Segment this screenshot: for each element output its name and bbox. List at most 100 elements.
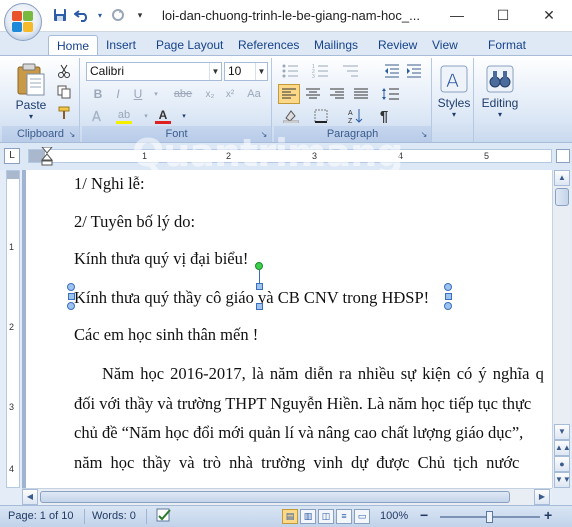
tab-insert[interactable]: Insert: [98, 35, 144, 55]
line-spacing-icon[interactable]: [378, 84, 404, 104]
tab-home[interactable]: Home: [48, 35, 99, 55]
cut-button[interactable]: [54, 61, 74, 81]
scroll-right-icon[interactable]: ▶: [534, 489, 550, 505]
borders-icon[interactable]: [308, 106, 334, 126]
scroll-up-icon[interactable]: ▲: [554, 170, 570, 186]
maximize-button[interactable]: ☐: [480, 0, 526, 30]
ribbon-tabs: Home Insert Page Layout References Maili…: [0, 32, 572, 55]
align-right-icon[interactable]: [326, 84, 348, 104]
paste-button[interactable]: Paste ▾: [8, 62, 54, 121]
chevron-down-icon[interactable]: ▾: [96, 7, 104, 23]
print-layout-view-icon[interactable]: ▤: [282, 509, 298, 524]
resize-handle-top[interactable]: [256, 283, 263, 290]
resize-handle-bottom[interactable]: [256, 303, 263, 310]
draft-view-icon[interactable]: ▭: [354, 509, 370, 524]
horizontal-scrollbar[interactable]: ◀ ▶: [22, 488, 552, 505]
increase-indent-icon[interactable]: [404, 61, 424, 81]
minimize-button[interactable]: —: [434, 0, 480, 30]
bullets-icon[interactable]: [278, 61, 304, 81]
bold-button[interactable]: B: [88, 84, 108, 104]
underline-button[interactable]: U: [128, 84, 148, 104]
save-icon[interactable]: [52, 7, 68, 23]
numbering-icon[interactable]: 123: [308, 61, 334, 81]
font-launcher-icon[interactable]: ↘: [259, 130, 269, 140]
office-button[interactable]: [4, 3, 42, 41]
align-left-icon[interactable]: [278, 84, 300, 104]
select-browse-object-icon[interactable]: ●: [554, 456, 570, 472]
styles-button[interactable]: A Styles ▾: [434, 64, 474, 119]
tab-format[interactable]: Format: [480, 35, 534, 55]
full-screen-reading-view-icon[interactable]: ▥: [300, 509, 316, 524]
multilevel-list-icon[interactable]: [338, 61, 364, 81]
superscript-icon[interactable]: x²: [220, 84, 240, 104]
vertical-scroll-thumb[interactable]: [555, 188, 569, 206]
clipboard-launcher-icon[interactable]: ↘: [67, 130, 77, 140]
subscript-icon[interactable]: x₂: [200, 84, 220, 104]
paragraph-launcher-icon[interactable]: ↘: [419, 130, 429, 140]
undo-icon[interactable]: [74, 7, 90, 23]
font-color-dropdown-icon[interactable]: ▾: [174, 106, 194, 126]
web-layout-view-icon[interactable]: ◫: [318, 509, 334, 524]
horizontal-ruler[interactable]: 1 2 3 4 5: [28, 147, 552, 166]
shading-icon[interactable]: [278, 106, 304, 126]
scroll-down-icon[interactable]: ▼: [554, 424, 570, 440]
previous-page-icon[interactable]: ▲▲: [554, 440, 571, 456]
proofing-icon[interactable]: [156, 508, 174, 527]
rotate-handle[interactable]: [255, 262, 263, 270]
word-count[interactable]: Words: 0: [92, 510, 136, 522]
zoom-level[interactable]: 100%: [380, 510, 408, 522]
format-painter-button[interactable]: [54, 103, 74, 123]
next-page-icon[interactable]: ▼▼: [554, 472, 571, 488]
sort-icon[interactable]: AZ: [346, 106, 366, 126]
view-ruler-icon[interactable]: [556, 149, 570, 163]
font-size-dropdown-icon[interactable]: ▼: [255, 63, 267, 80]
redo-icon[interactable]: [110, 7, 126, 23]
justify-icon[interactable]: [350, 84, 372, 104]
ruler-number: 3: [312, 151, 318, 161]
tab-page-layout[interactable]: Page Layout: [148, 35, 231, 55]
font-name-combo[interactable]: Calibri ▼: [86, 62, 222, 81]
tab-review[interactable]: Review: [370, 35, 425, 55]
zoom-in-button[interactable]: +: [544, 507, 552, 523]
vertical-ruler[interactable]: 1 2 3 4: [6, 170, 20, 488]
resize-handle-bottom-right[interactable]: [444, 302, 452, 310]
font-size-combo[interactable]: 10 ▼: [224, 62, 268, 81]
text-effects-icon[interactable]: A: [88, 106, 108, 126]
zoom-slider[interactable]: [440, 511, 540, 523]
editing-button[interactable]: Editing ▾: [476, 64, 524, 119]
vertical-scrollbar[interactable]: ▲ ▼ ▲▲ ● ▼▼: [552, 170, 571, 488]
copy-button[interactable]: [54, 82, 74, 102]
highlight-button[interactable]: ab: [112, 106, 136, 126]
tab-selector-icon[interactable]: L: [4, 148, 20, 164]
resize-handle-top-right[interactable]: [444, 283, 452, 291]
show-formatting-icon[interactable]: ¶: [374, 106, 394, 126]
horizontal-scroll-thumb[interactable]: [40, 491, 510, 503]
italic-button[interactable]: I: [108, 84, 128, 104]
align-center-icon[interactable]: [302, 84, 324, 104]
zoom-slider-thumb[interactable]: [486, 511, 493, 523]
resize-handle-right[interactable]: [445, 293, 452, 300]
indent-marker-icon[interactable]: [41, 147, 53, 167]
zoom-out-button[interactable]: −: [420, 507, 428, 523]
font-color-button[interactable]: A: [152, 106, 174, 126]
decrease-indent-icon[interactable]: [382, 61, 402, 81]
scroll-left-icon[interactable]: ◀: [22, 489, 38, 505]
outline-view-icon[interactable]: ≡: [336, 509, 352, 524]
selected-text-line[interactable]: Kính thưa quý thầy cô giáo và CB CNV tro…: [74, 288, 429, 308]
resize-handle-top-left[interactable]: [67, 283, 75, 291]
change-case-icon[interactable]: Aa: [244, 84, 264, 104]
close-button[interactable]: ✕: [526, 0, 572, 30]
strikethrough-button[interactable]: abe: [170, 84, 196, 104]
tab-mailings[interactable]: Mailings: [306, 35, 366, 55]
tab-references[interactable]: References: [230, 35, 307, 55]
customize-qat-icon[interactable]: ▾: [132, 7, 148, 23]
underline-dropdown-icon[interactable]: ▾: [146, 84, 166, 104]
resize-handle-left[interactable]: [68, 293, 75, 300]
document-area[interactable]: 1/ Nghi lễ: 2/ Tuyên bố lý do: Kính thưa…: [22, 170, 552, 488]
tab-view[interactable]: View: [424, 35, 466, 55]
page-count[interactable]: Page: 1 of 10: [8, 510, 73, 522]
resize-handle-bottom-left[interactable]: [67, 302, 75, 310]
format-painter-icon: [58, 106, 70, 119]
document-page[interactable]: 1/ Nghi lễ: 2/ Tuyên bố lý do: Kính thưa…: [26, 170, 552, 488]
font-name-dropdown-icon[interactable]: ▼: [209, 63, 221, 80]
